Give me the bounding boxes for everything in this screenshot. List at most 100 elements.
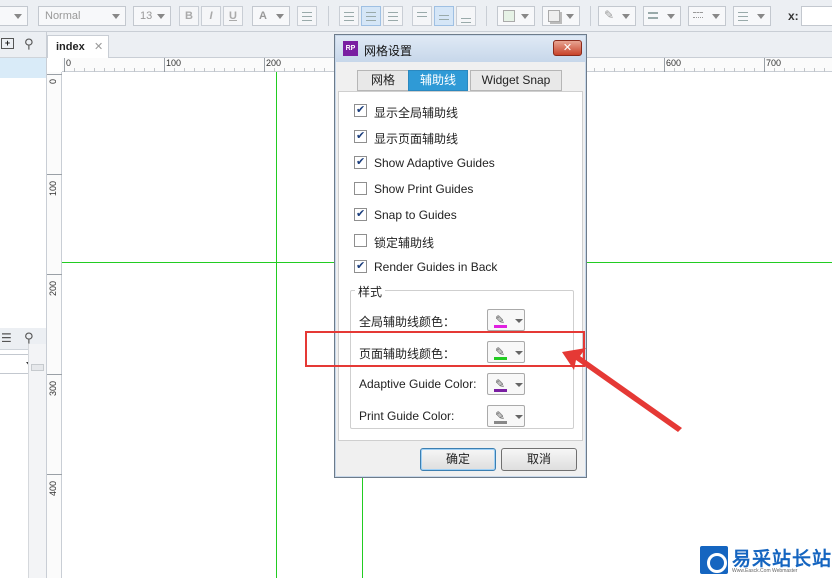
tab-index-label: index xyxy=(56,41,85,53)
option-label: Show Print Guides xyxy=(374,182,474,196)
checkbox[interactable] xyxy=(354,155,367,169)
watermark-logo-icon xyxy=(700,546,728,574)
tab-guides[interactable]: 辅助线 xyxy=(408,70,468,91)
ruler-label: 100 xyxy=(166,58,182,68)
toolbar: Normal 13 B I U A ✎ x: xyxy=(0,0,832,32)
align-right-button[interactable] xyxy=(383,6,403,26)
close-icon[interactable]: ✕ xyxy=(94,40,103,53)
watermark-text: 易采站长站 xyxy=(732,549,832,570)
ruler-label: 400 xyxy=(48,480,58,496)
ruler-label: 200 xyxy=(48,280,58,296)
checkbox[interactable] xyxy=(354,259,367,273)
font-size-value: 13 xyxy=(140,10,153,22)
option-label: Snap to Guides xyxy=(374,208,457,222)
color-label: 全局辅助线颜色： xyxy=(359,315,456,329)
italic-button[interactable]: I xyxy=(201,6,221,26)
ruler-tick xyxy=(47,274,62,275)
align-center-button[interactable] xyxy=(361,6,381,26)
ruler-tick xyxy=(764,58,765,72)
ruler-label: 600 xyxy=(666,58,682,68)
ruler-tick xyxy=(64,58,65,72)
checkbox[interactable] xyxy=(354,103,367,117)
dialog-close-button[interactable]: ✕ xyxy=(553,40,582,56)
guides-tab-panel: 显示全局辅助线 显示页面辅助线 Show Adaptive Guides Sho… xyxy=(338,91,583,441)
cancel-button[interactable]: 取消 xyxy=(501,448,577,471)
ruler-label: 200 xyxy=(266,58,282,68)
font-color-dropdown[interactable]: A xyxy=(252,6,290,26)
library-scrollbar[interactable] xyxy=(28,344,46,578)
ruler-label: 300 xyxy=(48,380,58,396)
ruler-label: 100 xyxy=(48,180,58,196)
global-guide-color-picker[interactable]: ✎ xyxy=(487,309,525,331)
search-icon[interactable]: ⚲ xyxy=(24,36,34,52)
line-color-dropdown[interactable]: ✎ xyxy=(598,6,636,26)
color-swatch xyxy=(494,325,507,328)
underline-icon: U xyxy=(229,10,237,22)
align-middle-button[interactable] xyxy=(434,6,454,26)
dialog-titlebar[interactable]: RP 网格设置 ✕ xyxy=(336,36,585,62)
ruler-label: 0 xyxy=(48,78,58,84)
color-label: Print Guide Color: xyxy=(359,409,455,423)
ruler-tick xyxy=(47,174,62,175)
vertical-guide[interactable] xyxy=(276,72,277,578)
font-size-dropdown[interactable]: 13 xyxy=(133,6,171,26)
watermark: 易采站长站 Www.Easck.Com Webmaster xyxy=(700,542,832,578)
ruler-tick xyxy=(47,74,62,75)
option-label: 显示全局辅助线 xyxy=(374,106,459,120)
bold-icon: B xyxy=(185,10,193,22)
underline-button[interactable]: U xyxy=(223,6,243,26)
left-panel: + ⚲ ☰ ⚲ xyxy=(0,32,47,578)
line-style-dropdown[interactable] xyxy=(688,6,726,26)
pen-icon: ✎ xyxy=(604,8,615,22)
scrollbar-thumb[interactable] xyxy=(31,364,44,371)
ruler-tick xyxy=(47,474,62,475)
selected-page-row[interactable] xyxy=(0,58,46,78)
style-dropdown[interactable] xyxy=(0,6,28,26)
tab-grid[interactable]: 网格 xyxy=(357,70,409,91)
bold-button[interactable]: B xyxy=(179,6,199,26)
align-top-button[interactable] xyxy=(412,6,432,26)
color-label: Adaptive Guide Color: xyxy=(359,377,477,391)
font-name-value: Normal xyxy=(45,10,81,22)
grid-settings-dialog: RP 网格设置 ✕ 网格 辅助线 Widget Snap 显示全局辅助线 显示页… xyxy=(334,34,587,478)
chevron-down-icon xyxy=(515,415,523,419)
x-input[interactable] xyxy=(801,6,832,26)
checkbox[interactable] xyxy=(354,234,367,247)
line-width-dropdown[interactable] xyxy=(643,6,681,26)
checkbox[interactable] xyxy=(354,207,367,221)
fill-color-dropdown[interactable] xyxy=(497,6,535,26)
arrow-style-dropdown[interactable] xyxy=(733,6,771,26)
option-label: 显示页面辅助线 xyxy=(374,132,459,146)
style-group-title: 样式 xyxy=(355,283,386,300)
bullet-list-button[interactable] xyxy=(297,6,317,26)
ruler-tick xyxy=(47,374,62,375)
adaptive-guide-color-picker[interactable]: ✎ xyxy=(487,373,525,395)
shadow-dropdown[interactable] xyxy=(542,6,580,26)
fill-color-icon xyxy=(503,10,515,22)
ruler-tick xyxy=(164,58,165,72)
menu-icon[interactable]: ☰ xyxy=(1,331,12,345)
dialog-title: 网格设置 xyxy=(364,44,413,58)
tab-index[interactable]: index ✕ xyxy=(47,35,109,58)
italic-icon: I xyxy=(209,10,213,22)
add-folder-icon[interactable]: + xyxy=(1,38,14,49)
checkbox[interactable] xyxy=(354,129,367,143)
font-color-icon: A xyxy=(259,10,267,22)
font-name-dropdown[interactable]: Normal xyxy=(38,6,126,26)
ruler-label: 700 xyxy=(766,58,782,68)
option-label: 锁定辅助线 xyxy=(374,236,435,250)
ruler-tick xyxy=(264,58,265,72)
chevron-down-icon xyxy=(515,319,523,323)
align-left-button[interactable] xyxy=(339,6,359,26)
watermark-subtext: Www.Easck.Com Webmaster xyxy=(732,568,798,574)
app-logo-icon: RP xyxy=(343,41,358,56)
vertical-ruler: 0 100 200 300 400 xyxy=(47,72,62,578)
ok-button[interactable]: 确定 xyxy=(420,448,496,471)
checkbox[interactable] xyxy=(354,182,367,195)
align-bottom-button[interactable] xyxy=(456,6,476,26)
shadow-icon xyxy=(548,10,560,22)
print-guide-color-picker[interactable]: ✎ xyxy=(487,405,525,427)
tab-widget-snap[interactable]: Widget Snap xyxy=(470,70,562,91)
option-label: Render Guides in Back xyxy=(374,260,498,274)
option-label: Show Adaptive Guides xyxy=(374,156,495,170)
